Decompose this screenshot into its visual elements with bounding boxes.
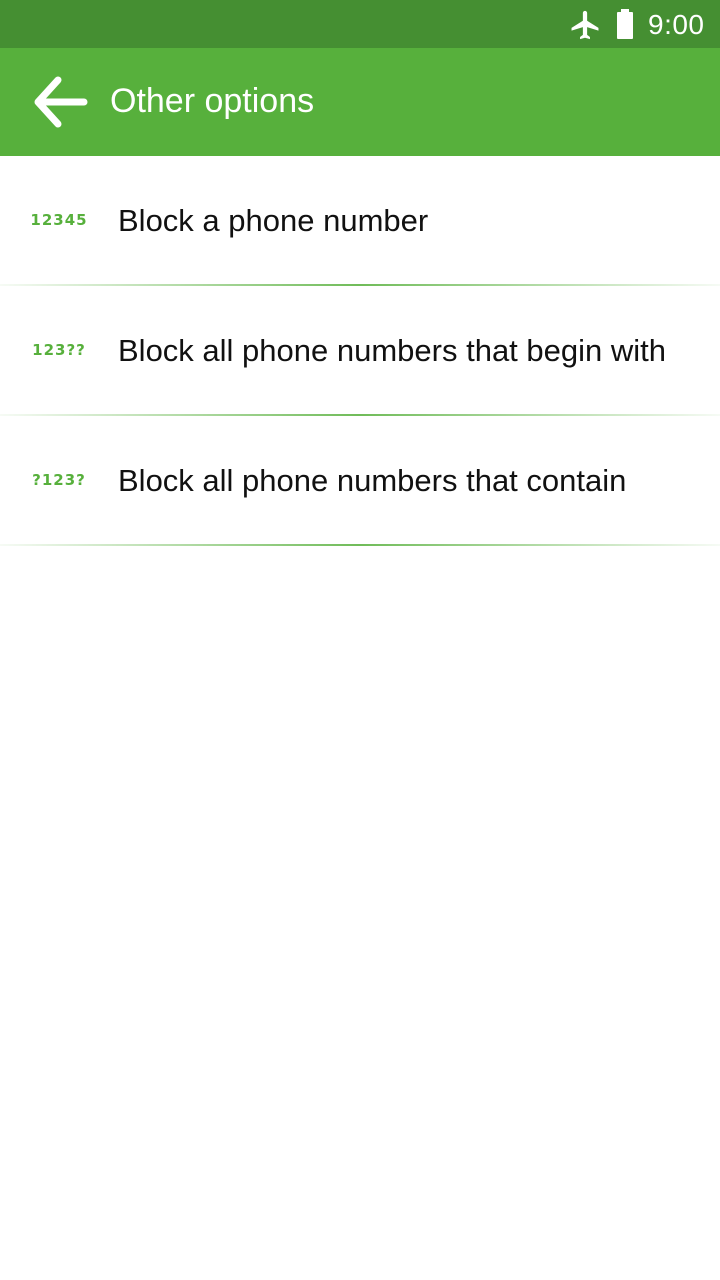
- status-time: 9:00: [648, 9, 705, 40]
- number-pattern-icon: 12345: [30, 211, 88, 229]
- battery-icon: [617, 9, 633, 39]
- app-bar: Other options: [0, 48, 720, 156]
- divider: [0, 544, 720, 546]
- status-bar: 9:00: [0, 0, 720, 48]
- option-label: Block all phone numbers that begin with: [118, 333, 666, 368]
- option-label: Block a phone number: [118, 203, 429, 238]
- prefix-pattern-icon: 123??: [32, 341, 86, 359]
- option-label: Block all phone numbers that contain: [118, 463, 627, 498]
- option-block-contains[interactable]: ?123? Block all phone numbers that conta…: [0, 416, 720, 546]
- options-list: 12345 Block a phone number 123?? Block a…: [0, 156, 720, 546]
- option-block-number[interactable]: 12345 Block a phone number: [0, 156, 720, 286]
- option-block-begins-with[interactable]: 123?? Block all phone numbers that begin…: [0, 286, 720, 416]
- airplane-mode-icon: [571, 10, 599, 40]
- arrow-back-icon[interactable]: [28, 74, 90, 130]
- page-title: Other options: [110, 82, 315, 120]
- contains-pattern-icon: ?123?: [32, 471, 86, 489]
